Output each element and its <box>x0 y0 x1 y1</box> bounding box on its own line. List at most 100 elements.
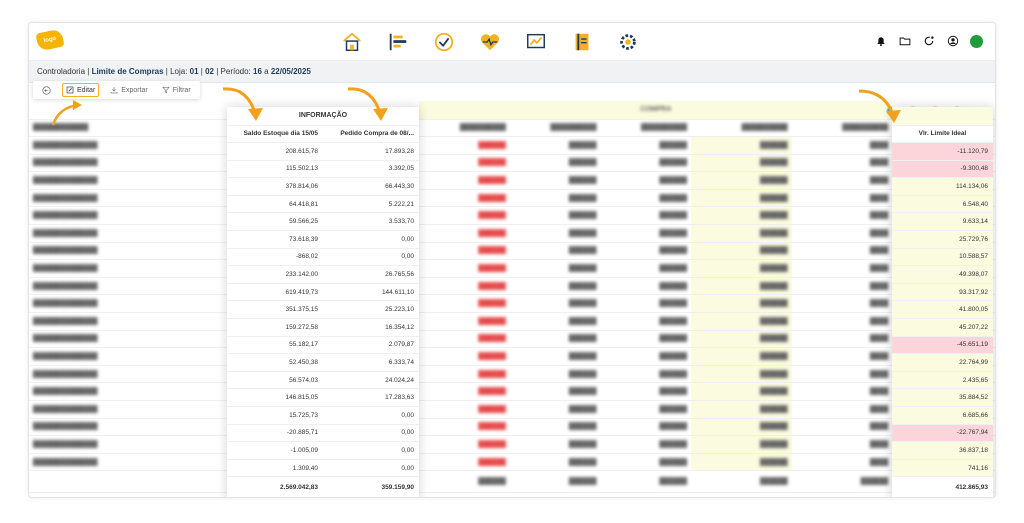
limite-ideal-row[interactable]: 93.317,92 <box>892 283 993 302</box>
table-row[interactable]: ██████████████ ██████ ██████ ██████ ██████ ██… <box>29 206 995 226</box>
table-row[interactable]: ██████████████ ██████ ██████ ██████ ██████ ██… <box>29 224 995 243</box>
compra-column-header[interactable]: ██████████ <box>509 119 601 138</box>
limite-ideal-row[interactable]: 49.398,07 <box>892 265 993 284</box>
limite-ideal-row[interactable]: -9.300,48 <box>892 160 993 179</box>
compra-cell: ██████ <box>509 400 601 419</box>
export-button[interactable]: Exportar <box>107 83 150 97</box>
informacao-row[interactable]: -1.005,09 0,00 <box>227 441 419 460</box>
limite-ideal-row[interactable]: 2.435,65 <box>892 371 993 390</box>
table-row[interactable]: ██████████████ ██████ ██████ ██████ ██████ ██… <box>29 400 995 419</box>
limite-ideal-row[interactable]: 741,16 <box>892 459 993 478</box>
planning-icon[interactable] <box>385 29 411 55</box>
compra-cell: ████ <box>791 347 893 366</box>
limite-ideal-row[interactable]: 41.800,05 <box>892 300 993 320</box>
periodo-label: | Período: <box>214 67 254 76</box>
informacao-row[interactable]: 64.418,81 5.222,21 <box>227 195 419 214</box>
saldo-estoque-header[interactable]: Saldo Estoque dia 15/05 <box>227 125 323 144</box>
saldo-estoque-cell: -868,02 <box>227 248 323 267</box>
informacao-row[interactable]: 378.814,06 66.443,30 <box>227 177 419 196</box>
informacao-row[interactable]: 619.419,73 144.611,10 <box>227 283 419 302</box>
user-account-icon[interactable] <box>946 34 960 48</box>
brand-logo-icon[interactable]: logo <box>35 28 65 52</box>
back-button[interactable] <box>39 83 54 97</box>
saldo-estoque-cell: 159.272,58 <box>227 318 323 337</box>
table-row[interactable]: ██████████████ ██████ ██████ ██████ ██████ ██… <box>29 259 995 278</box>
pedido-compra-cell: 66.443,30 <box>323 177 419 196</box>
table-row[interactable]: ██████████████ ██████ ██████ ██████ ██████ ██… <box>29 330 995 349</box>
limite-ideal-row[interactable]: -11.120,79 <box>892 142 993 161</box>
health-heart-icon[interactable] <box>477 29 503 55</box>
limite-ideal-table-body: -11.120,79 -9.300,48 114.134,06 6.548,40 9.6… <box>892 142 993 497</box>
table-row[interactable]: ██████████████ ██████ ██████ ██████ ██████ ██… <box>29 171 995 190</box>
limite-ideal-panel: Vlr. Limite Ideal -11.120,79 -9.300,48 114… <box>892 107 993 497</box>
document-icon[interactable] <box>569 29 595 55</box>
limite-ideal-row[interactable]: 9.633,14 <box>892 212 993 232</box>
filter-button[interactable]: Filtrar <box>159 83 194 97</box>
background-table-body: ████████████ ██████████ ██████████ ████████… <box>29 119 995 494</box>
table-row[interactable]: ██████████████ ██████ ██████ ██████ ██████ ██… <box>29 154 995 173</box>
limite-ideal-row[interactable]: 6.548,40 <box>892 195 993 214</box>
limite-ideal-row[interactable]: 45.207,22 <box>892 318 993 337</box>
table-row[interactable]: ██████████████ ██████ ██████ ██████ ██████ ██… <box>29 347 995 366</box>
table-row[interactable]: ██████████████ ██████ ██████ ██████ ██████ ██… <box>29 294 995 314</box>
limite-ideal-cell: 10.588,57 <box>892 248 993 267</box>
saldo-estoque-cell: 59.566,25 <box>227 212 323 232</box>
informacao-row[interactable]: 351.375,15 25.223,10 <box>227 300 419 320</box>
settings-gear-icon[interactable] <box>615 29 641 55</box>
limite-ideal-cell: 45.207,22 <box>892 318 993 337</box>
chart-board-icon[interactable] <box>523 29 549 55</box>
pedido-compra-cell: 3.392,05 <box>323 160 419 179</box>
informacao-row[interactable]: 233.142,00 26.765,56 <box>227 265 419 284</box>
limite-ideal-row[interactable]: -45.651,19 <box>892 336 993 355</box>
table-row[interactable]: ██████████████ ██████ ██████ ██████ ██████ ██… <box>29 382 995 401</box>
check-clock-icon[interactable] <box>431 29 457 55</box>
compra-column-header[interactable]: ██████████ <box>600 119 692 138</box>
limite-ideal-header[interactable]: Vlr. Limite Ideal <box>892 125 993 144</box>
compra-column-header[interactable]: ██████████ <box>691 119 792 138</box>
compra-cell: ████ <box>791 171 893 190</box>
limite-ideal-row[interactable]: 114.134,06 <box>892 177 993 196</box>
limite-ideal-row[interactable]: 22.764,99 <box>892 353 993 372</box>
informacao-row[interactable]: 56.574,03 24.024,24 <box>227 371 419 390</box>
informacao-row[interactable]: -868,02 0,00 <box>227 248 419 267</box>
folder-icon[interactable] <box>898 34 912 48</box>
table-row[interactable]: ██████████████ ██████ ██████ ██████ ██████ ██… <box>29 189 995 208</box>
compra-column-header[interactable]: ██████████ <box>419 119 510 138</box>
informacao-row[interactable]: -20.885,71 0,00 <box>227 424 419 443</box>
limite-ideal-row[interactable]: -22.767,94 <box>892 424 993 443</box>
edit-button[interactable]: Editar <box>62 83 100 97</box>
limite-ideal-row[interactable]: 6.685,66 <box>892 406 993 425</box>
pedido-compra-header[interactable]: Pedido Compra de 08/... <box>323 125 419 144</box>
compra-cell: ██████ <box>419 294 510 314</box>
limite-ideal-row[interactable]: 35.884,52 <box>892 388 993 407</box>
informacao-row[interactable]: 146.815,05 17.283,63 <box>227 388 419 407</box>
table-row[interactable]: ██████████████ ██████ ██████ ██████ ██████ ██… <box>29 312 995 331</box>
pedido-compra-cell: 0,00 <box>323 441 419 460</box>
compra-cell: ██████ <box>600 259 692 278</box>
refresh-icon[interactable] <box>922 34 936 48</box>
informacao-row[interactable]: 55.182,17 2.079,87 <box>227 336 419 355</box>
informacao-row[interactable]: 59.566,25 3.533,70 <box>227 212 419 232</box>
informacao-row[interactable]: 1.309,40 0,00 <box>227 459 419 478</box>
table-row[interactable]: ██████████████ ██████ ██████ ██████ ██████ ██… <box>29 435 995 454</box>
informacao-row[interactable]: 52.450,38 6.333,74 <box>227 353 419 372</box>
informacao-row[interactable]: 208.615,78 17.893,28 <box>227 142 419 161</box>
table-row[interactable]: ██████████████ ██████ ██████ ██████ ██████ ██… <box>29 365 995 384</box>
informacao-row[interactable]: 115.502,13 3.392,05 <box>227 160 419 179</box>
informacao-row[interactable]: 159.272,58 16.354,12 <box>227 318 419 337</box>
informacao-row[interactable]: 73.618,39 0,00 <box>227 230 419 249</box>
informacao-row[interactable]: 15.725,73 0,00 <box>227 406 419 425</box>
limite-ideal-total-cell: 412.865,93 <box>892 476 993 497</box>
breadcrumb-module[interactable]: Controladoria <box>37 67 85 76</box>
limite-ideal-row[interactable]: 25.729,76 <box>892 230 993 249</box>
table-row[interactable]: ██████████████ ██████ ██████ ██████ ██████ ██… <box>29 453 995 472</box>
table-row[interactable]: ██████████████ ██████ ██████ ██████ ██████ ██… <box>29 418 995 437</box>
home-icon[interactable] <box>339 29 365 55</box>
table-row[interactable]: ██████████████ ██████ ██████ ██████ ██████ ██… <box>29 242 995 261</box>
limite-ideal-row[interactable]: 36.837,18 <box>892 441 993 460</box>
table-row[interactable]: ██████████████ ██████ ██████ ██████ ██████ ██… <box>29 277 995 296</box>
bell-icon[interactable] <box>874 34 888 48</box>
limite-ideal-row[interactable]: 10.588,57 <box>892 248 993 267</box>
table-row[interactable]: ██████████████ ██████ ██████ ██████ ██████ ██… <box>29 136 995 155</box>
totals-row: ██████ ██████ ██████ ██████ ██████ <box>29 470 995 494</box>
